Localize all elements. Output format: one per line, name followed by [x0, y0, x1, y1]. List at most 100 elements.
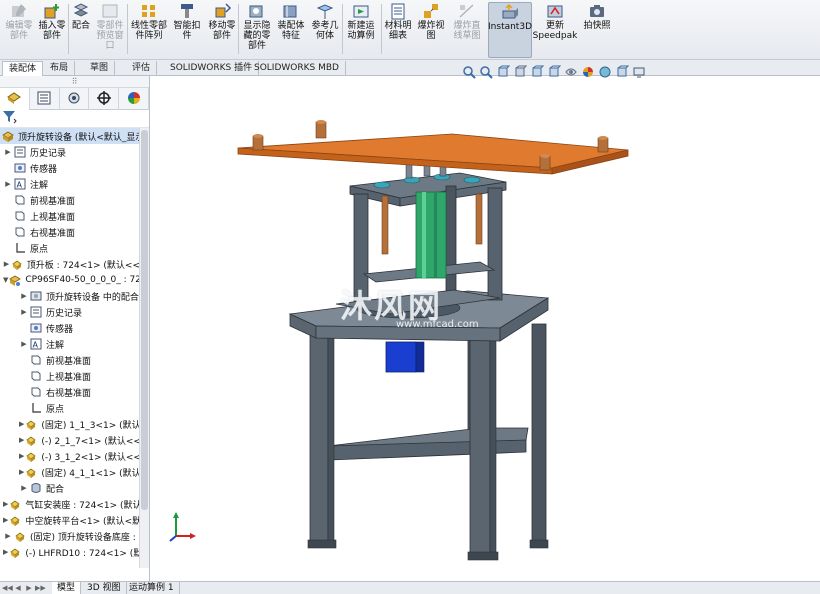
- expand-arrow-icon[interactable]: ▶: [3, 260, 10, 268]
- move-component-button[interactable]: 移动零 部件: [206, 2, 238, 58]
- tree-item[interactable]: ▶ A 注解: [0, 336, 140, 352]
- tree-item[interactable]: 上视基准面: [0, 208, 140, 224]
- reference-geometry-button[interactable]: 参考几 何体: [310, 2, 340, 58]
- speedpak-button[interactable]: 更新 Speedpak: [532, 2, 578, 58]
- tree-item-label: 顶升旋转设备 中的配合: [46, 292, 139, 303]
- tree-item[interactable]: 传感器: [0, 160, 140, 176]
- tab-bottom-0[interactable]: 模型: [52, 582, 82, 594]
- part-icon: [8, 513, 22, 527]
- tab-bottom-2[interactable]: 运动算例 1: [124, 582, 180, 594]
- tree-item[interactable]: 上视基准面: [0, 368, 140, 384]
- edit-part-button[interactable]: 编辑零 部件: [4, 2, 34, 58]
- prev-tab-icon[interactable]: ◀: [13, 583, 23, 594]
- tree-item[interactable]: 传感器: [0, 320, 140, 336]
- tree-item[interactable]: 前视基准面: [0, 352, 140, 368]
- graphics-area[interactable]: 沐风网 www.mfcad.com: [150, 65, 820, 581]
- featuremanager-tab[interactable]: [0, 88, 30, 110]
- instant3d-icon: [500, 3, 520, 21]
- tree-item-label: 历史记录: [46, 308, 83, 319]
- snapshot-button[interactable]: 拍快照: [582, 2, 612, 58]
- ribbon-button-label: 零部件 预览窗 口: [96, 21, 124, 51]
- tree-item-label: 注解: [30, 180, 49, 191]
- tree-item[interactable]: ▶ (-) 2_1_7<1> (默认<<默: [0, 432, 149, 448]
- exploded-view-button[interactable]: 爆炸视 图: [416, 2, 446, 58]
- tree-item[interactable]: ▶ 气缸安装座 : 724<1> (默认: [0, 496, 142, 512]
- instant3d-button[interactable]: Instant3D: [488, 2, 532, 58]
- motion-study-button[interactable]: 新建运 动算例: [344, 2, 378, 58]
- tree-item[interactable]: 原点: [0, 240, 140, 256]
- next-tab-icon[interactable]: ▶: [24, 583, 34, 594]
- tree-item[interactable]: 原点: [0, 400, 140, 416]
- tree-item[interactable]: ▶ 配合: [0, 480, 140, 496]
- component-preview-button[interactable]: 零部件 预览窗 口: [94, 2, 126, 58]
- show-hidden-button[interactable]: 显示隐 藏的零 部件: [240, 2, 274, 58]
- tree-item[interactable]: ▶ (固定) 顶升旋转设备底座 :: [0, 528, 140, 544]
- tree-item[interactable]: ▶ (-) 3_1_2<1> (默认<<默: [0, 448, 149, 464]
- plane-icon: [29, 353, 43, 367]
- assembly-icon: [1, 129, 15, 143]
- ribbon-button-label: 爆炸视 图: [417, 21, 445, 41]
- tab-bottom-1[interactable]: 3D 视图: [82, 582, 127, 594]
- plane-icon: [13, 209, 27, 223]
- tree-item-label: 前视基准面: [30, 196, 76, 207]
- tree-item[interactable]: ▶ (固定) 1_1_3<1> (默认<: [0, 416, 148, 432]
- dimxpert-tab[interactable]: [89, 88, 120, 110]
- featuremanager-icon: [6, 90, 22, 109]
- assembly-model[interactable]: [150, 76, 820, 581]
- tab-command-5[interactable]: SOLIDWORKS MBD: [248, 61, 346, 76]
- tree-item[interactable]: ▶ (固定) 4_1_1<1> (默认: [0, 464, 141, 480]
- ribbon-button-label: 爆炸直 线草图: [453, 21, 481, 41]
- tree-item[interactable]: ▶ A 注解: [0, 176, 140, 192]
- bom-button[interactable]: 材料明 细表: [384, 2, 412, 58]
- last-tab-icon[interactable]: ▶▶: [35, 583, 46, 594]
- expand-arrow-icon[interactable]: ▶: [19, 308, 29, 316]
- ribbon-button-label: 更新 Speedpak: [532, 21, 578, 41]
- solidworks-window: 编辑零 部件 插入零 部件 配合 零部件 预览窗 口线性零部 件阵列 智能扣 件移动零 …: [0, 0, 820, 594]
- move-component-icon: [212, 2, 232, 20]
- tree-item[interactable]: 右视基准面: [0, 224, 140, 240]
- tree-scrollbar[interactable]: [139, 128, 149, 568]
- display-manager-tab[interactable]: [119, 88, 149, 110]
- tree-item[interactable]: ▶ 顶升板 : 724<1> (默认<<: [0, 256, 140, 272]
- ribbon-separator: [68, 4, 69, 54]
- tab-command-1[interactable]: 布局: [44, 61, 76, 76]
- tab-command-2[interactable]: 草图: [84, 61, 116, 76]
- assembly-features-button[interactable]: 装配体 特征: [276, 2, 306, 58]
- smart-fasteners-button[interactable]: 智能扣 件: [172, 2, 202, 58]
- insert-component-button[interactable]: 插入零 部件: [36, 2, 68, 58]
- explode-line-sketch-button[interactable]: 爆炸直 线草图: [450, 2, 484, 58]
- first-tab-icon[interactable]: ◀◀: [2, 583, 13, 594]
- tree-item[interactable]: ▼ CP96SF40-50_0_0_0_ : 72: [0, 272, 141, 288]
- tree-item[interactable]: ▶ 历史记录: [0, 144, 140, 160]
- panel-grip[interactable]: ⠿: [0, 76, 149, 88]
- mate-icon: [71, 2, 91, 20]
- expand-arrow-icon[interactable]: ▶: [19, 484, 29, 492]
- tree-item[interactable]: ▶ 顶升旋转设备 中的配合: [0, 288, 140, 304]
- tree-item[interactable]: 前视基准面: [0, 192, 140, 208]
- propertymanager-tab[interactable]: [30, 88, 60, 110]
- insert-component-icon: [42, 2, 62, 20]
- expand-arrow-icon[interactable]: ▶: [19, 340, 29, 348]
- ribbon-button-label: 插入零 部件: [38, 21, 66, 41]
- expand-arrow-icon[interactable]: ▶: [3, 180, 13, 188]
- tree-item[interactable]: ▶ 中空旋转平台<1> (默认<默: [0, 512, 141, 528]
- configurationmanager-tab[interactable]: [60, 88, 90, 110]
- tree-item[interactable]: ▶ (-) LHFRD10 : 724<1> (默: [0, 544, 142, 560]
- tree-item-label: (固定) 4_1_1<1> (默认: [41, 468, 141, 479]
- tree-item[interactable]: 顶升旋转设备 (默认<默认_显示: [0, 128, 144, 144]
- show-hidden-icon: [247, 2, 267, 20]
- expand-arrow-icon[interactable]: ▶: [19, 292, 29, 300]
- expand-arrow-icon[interactable]: ▶: [3, 148, 13, 156]
- tree-item[interactable]: ▶ 历史记录: [0, 304, 140, 320]
- tab-command-0[interactable]: 装配体: [2, 61, 44, 76]
- tree-item[interactable]: 右视基准面: [0, 384, 140, 400]
- linear-pattern-button[interactable]: 线性零部 件阵列: [130, 2, 168, 58]
- scrollbar-thumb[interactable]: [141, 130, 148, 510]
- tab-command-3[interactable]: 评估: [126, 61, 158, 76]
- history-icon: [29, 305, 43, 319]
- filter-icon[interactable]: [2, 110, 18, 127]
- mate-button[interactable]: 配合: [70, 2, 92, 58]
- expand-arrow-icon[interactable]: ▶: [3, 532, 13, 540]
- tab-command-4[interactable]: SOLIDWORKS 插件: [164, 61, 260, 76]
- tree-item-label: 传感器: [46, 324, 74, 335]
